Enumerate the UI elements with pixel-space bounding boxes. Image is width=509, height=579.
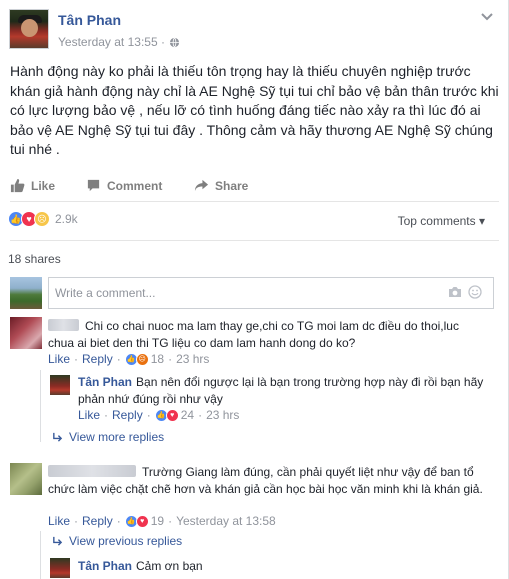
- post-body: Hành động này ko phải là thiếu tôn trọng…: [10, 63, 499, 157]
- comment-meta: Like · Reply · 👍 ♥ 19 · Yesterday at 13:58: [48, 514, 276, 528]
- reply-body: Tân Phan Cảm ơn bạn: [78, 559, 203, 573]
- comment-reaction-count: 19: [150, 514, 165, 528]
- post-card: Tân Phan Yesterday at 13:55 · Hành động …: [0, 0, 509, 579]
- comment-body: Trường Giang làm đúng, cần phải quyết li…: [48, 465, 483, 496]
- chevron-down-icon[interactable]: [480, 12, 494, 22]
- comment-body: Chi co chai nuoc ma lam thay ge,chi co T…: [48, 319, 459, 350]
- divider: [10, 240, 499, 241]
- post-meta: Yesterday at 13:55 ·: [58, 35, 180, 49]
- reply-body: Tân Phan Bạn nên đổi ngược lại là bạn tro…: [78, 375, 484, 406]
- comment-time[interactable]: 23 hrs: [176, 352, 209, 366]
- comment-like-link[interactable]: Like: [48, 514, 70, 528]
- current-user-avatar: [10, 277, 42, 309]
- author-avatar[interactable]: [9, 9, 49, 49]
- top-comments-dropdown[interactable]: Top comments ▾: [398, 214, 485, 228]
- thread-line: [40, 370, 41, 442]
- reaction-summary[interactable]: 👍 ♥ ☹ 2.9k: [8, 211, 78, 227]
- reply-like-link[interactable]: Like: [78, 408, 100, 422]
- commenter-avatar[interactable]: [10, 317, 42, 349]
- love-reaction-icon: ♥: [135, 514, 149, 528]
- reply-author[interactable]: Tân Phan: [78, 559, 132, 573]
- reply-reactions[interactable]: 👍 ♥: [154, 408, 179, 422]
- comment-reaction-count: 18: [150, 352, 165, 366]
- reply-reaction-count: 24: [180, 408, 195, 422]
- love-reaction-icon: ♥: [165, 408, 179, 422]
- comment-reply-link[interactable]: Reply: [82, 514, 113, 528]
- comment-time[interactable]: Yesterday at 13:58: [176, 514, 276, 528]
- comment-input[interactable]: Write a comment...: [48, 277, 494, 309]
- divider: [10, 201, 499, 202]
- comment-reactions[interactable]: 👍 ☹: [124, 352, 149, 366]
- share-button[interactable]: Share: [194, 178, 248, 193]
- post-actions: Like Comment Share: [0, 174, 509, 198]
- blurred-commenter-name[interactable]: [48, 465, 136, 477]
- comment-icon: [87, 179, 100, 192]
- reaction-count: 2.9k: [55, 212, 78, 226]
- camera-icon[interactable]: [448, 286, 462, 298]
- comment-button[interactable]: Comment: [86, 178, 162, 193]
- comment-reply-link[interactable]: Reply: [82, 352, 113, 366]
- comment-reactions[interactable]: 👍 ♥: [124, 514, 149, 528]
- reply-author-avatar[interactable]: [50, 558, 70, 578]
- like-icon: [10, 178, 25, 193]
- view-previous-replies[interactable]: View previous replies: [52, 534, 182, 548]
- reply-time[interactable]: 23 hrs: [206, 408, 239, 422]
- commenter-avatar[interactable]: [10, 463, 42, 495]
- reply-reply-link[interactable]: Reply: [112, 408, 143, 422]
- thread-line: [40, 531, 41, 579]
- like-button[interactable]: Like: [10, 178, 55, 193]
- smiley-icon[interactable]: [468, 285, 482, 299]
- reply-arrow-icon: [53, 536, 63, 546]
- angry-reaction-icon: ☹: [135, 352, 149, 366]
- share-icon: [194, 179, 209, 192]
- blurred-commenter-name[interactable]: [48, 319, 79, 331]
- post-timestamp[interactable]: Yesterday at 13:55 ·: [58, 35, 165, 49]
- reply-arrow-icon: [53, 432, 63, 442]
- globe-icon: [169, 37, 180, 47]
- shares-count[interactable]: 18 shares: [8, 252, 61, 266]
- view-more-replies[interactable]: View more replies: [52, 430, 164, 444]
- reply-author-avatar[interactable]: [50, 375, 70, 395]
- post-author[interactable]: Tân Phan: [58, 12, 121, 28]
- reply-author[interactable]: Tân Phan: [78, 375, 132, 389]
- comment-like-link[interactable]: Like: [48, 352, 70, 366]
- sad-reaction-icon: ☹: [34, 211, 50, 227]
- reply-meta: Like · Reply · 👍 ♥ 24 · 23 hrs: [78, 408, 240, 422]
- comment-meta: Like · Reply · 👍 ☹ 18 · 23 hrs: [48, 352, 210, 366]
